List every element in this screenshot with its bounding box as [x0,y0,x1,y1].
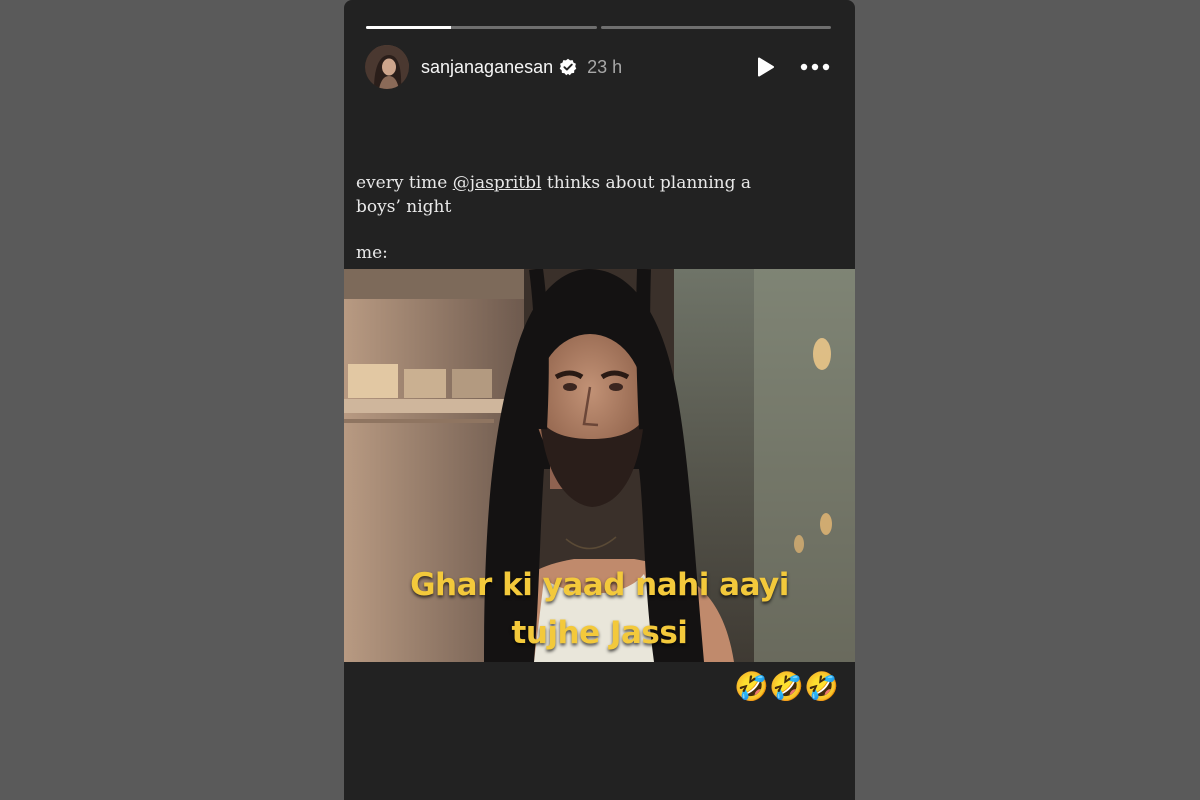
story-caption: every time @jaspritbl thinks about plann… [356,171,786,219]
meme-caption-line1: Ghar ki yaad nahi aayi [410,567,789,603]
progress-segment [600,26,831,29]
more-options-icon [800,63,830,71]
play-button[interactable] [753,55,777,79]
mention-link[interactable]: @jaspritbl [453,173,542,193]
verified-badge-icon [559,58,577,76]
more-options-button[interactable] [799,55,831,79]
play-icon [758,57,774,77]
progress-segment [366,26,597,29]
meme-image: Ghar ki yaad nahi aayi tujhe Jassi [344,269,855,662]
progress-fill [366,26,452,29]
caption-me: me: [356,243,388,263]
story-progress [366,26,831,29]
username[interactable]: sanjanaganesan [421,57,553,78]
rofl-emoji: 🤣🤣🤣 [734,671,839,702]
post-time: 23 h [587,56,623,77]
avatar[interactable] [365,45,409,89]
story-viewer: sanjanaganesan 23 h every time @jaspritb… [344,0,855,800]
meme-caption-line2: tujhe Jassi [511,615,688,651]
story-header: sanjanaganesan 23 h [365,44,831,90]
caption-text: every time [356,173,453,193]
